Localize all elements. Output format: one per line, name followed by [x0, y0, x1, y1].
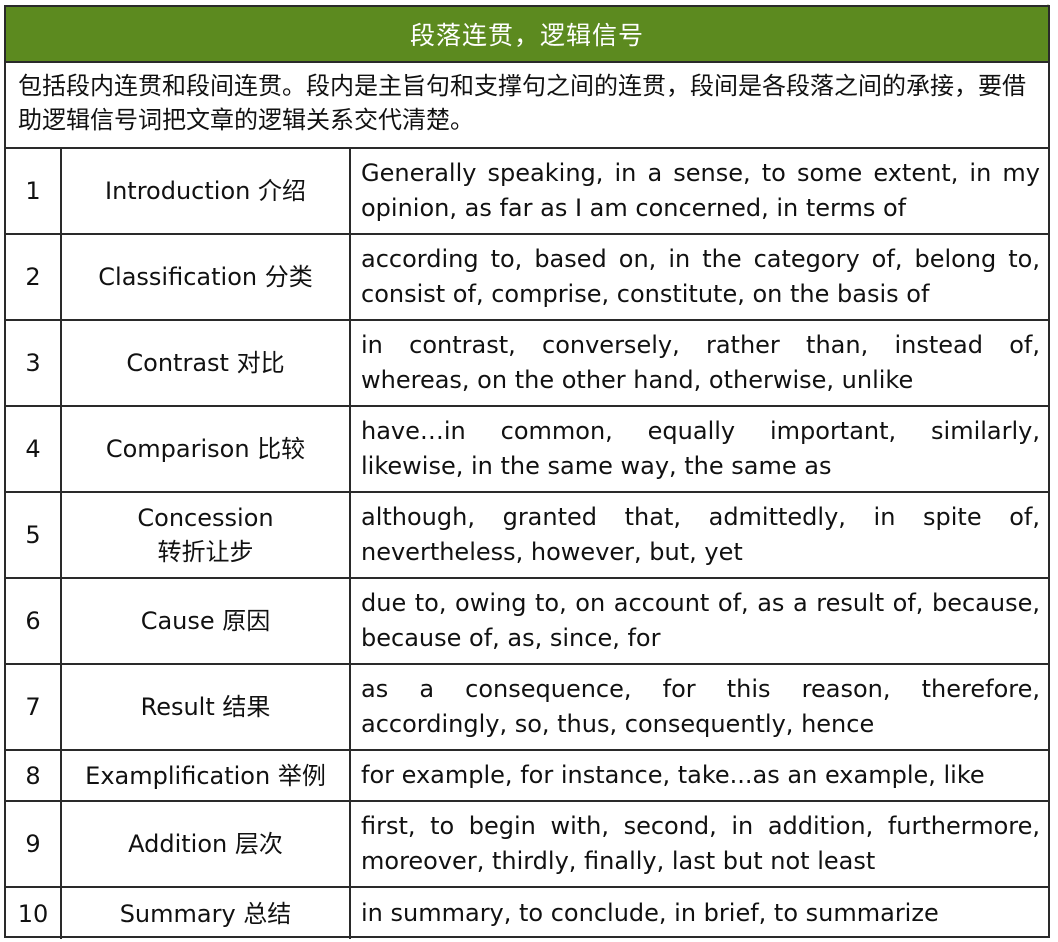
- signal-words: for example, for instance, take...as an …: [361, 761, 985, 789]
- row-category: Result 结果: [62, 665, 351, 749]
- row-category: Contrast 对比: [62, 321, 351, 405]
- signal-words: in summary, to conclude, in brief, to su…: [361, 899, 939, 927]
- table-row: 10 Summary 总结 in summary, to conclude, in …: [6, 888, 1048, 939]
- table-row: 8 Examplification 举例 for example, for inst…: [6, 751, 1048, 802]
- row-number: 5: [6, 493, 62, 577]
- row-number: 4: [6, 407, 62, 491]
- signal-words: although, granted that, admittedly, in s…: [361, 503, 1040, 566]
- row-number: 9: [6, 802, 62, 886]
- row-number: 6: [6, 579, 62, 663]
- table-row: 2 Classification 分类 according to, based on…: [6, 235, 1048, 321]
- category-label: Summary 总结: [119, 899, 292, 928]
- category-label: 转折让步: [157, 538, 254, 566]
- table-row: 9 Addition 层次 first, to begin with, second…: [6, 802, 1048, 888]
- category-label: Examplification 举例: [85, 761, 326, 790]
- row-category: Examplification 举例: [62, 751, 351, 800]
- row-number: 7: [6, 665, 62, 749]
- row-category: Introduction 介绍: [62, 149, 351, 233]
- table-row: 5 Concession 转折让步 although, granted that, a…: [6, 493, 1048, 579]
- signal-words: according to, based on, in the category …: [361, 245, 1040, 308]
- table-row: 4 Comparison 比较 have…in common, equally im…: [6, 407, 1048, 493]
- table-row: 1 Introduction 介绍 Generally speaking, in a…: [6, 149, 1048, 235]
- category-label: Introduction 介绍: [105, 177, 306, 205]
- row-number: 3: [6, 321, 62, 405]
- intro-paragraph: 包括段内连贯和段间连贯。段内是主旨句和支撑句之间的连贯，段间是各段落之间的承接，…: [6, 63, 1048, 149]
- table-row: 3 Contrast 对比 in contrast, conversely, rat…: [6, 321, 1048, 407]
- table-title: 段落连贯，逻辑信号: [6, 7, 1048, 63]
- row-number: 8: [6, 751, 62, 800]
- category-label: Contrast 对比: [126, 349, 285, 377]
- row-number: 10: [6, 888, 62, 939]
- category-label: Cause 原因: [140, 607, 271, 635]
- signal-words-table: 段落连贯，逻辑信号 包括段内连贯和段间连贯。段内是主旨句和支撑句之间的连贯，段间…: [4, 5, 1050, 939]
- table-row: 7 Result 结果 as a consequence, for this rea…: [6, 665, 1048, 751]
- category-label: Classification 分类: [98, 263, 313, 291]
- row-category: Classification 分类: [62, 235, 351, 319]
- category-label: Result 结果: [140, 693, 271, 721]
- category-label: Comparison 比较: [105, 435, 306, 463]
- row-category: Cause 原因: [62, 579, 351, 663]
- row-category: Comparison 比较: [62, 407, 351, 491]
- signal-words: first, to begin with, second, in additio…: [361, 812, 1040, 875]
- signal-words: due to, owing to, on account of, as a re…: [361, 589, 1040, 652]
- row-category: Concession 转折让步: [62, 493, 351, 577]
- row-number: 1: [6, 149, 62, 233]
- category-label: Concession: [137, 504, 274, 532]
- signal-words: as a consequence, for this reason, there…: [361, 675, 1040, 738]
- category-label: Addition 层次: [128, 830, 283, 858]
- table-body: 1 Introduction 介绍 Generally speaking, in a…: [6, 149, 1048, 939]
- signal-words: in contrast, conversely, rather than, in…: [361, 331, 1040, 394]
- row-number: 2: [6, 235, 62, 319]
- row-category: Addition 层次: [62, 802, 351, 886]
- signal-words: have…in common, equally important, simil…: [361, 417, 1040, 480]
- signal-words: Generally speaking, in a sense, to some …: [361, 159, 1040, 222]
- row-category: Summary 总结: [62, 888, 351, 939]
- table-row: 6 Cause 原因 due to, owing to, on account of…: [6, 579, 1048, 665]
